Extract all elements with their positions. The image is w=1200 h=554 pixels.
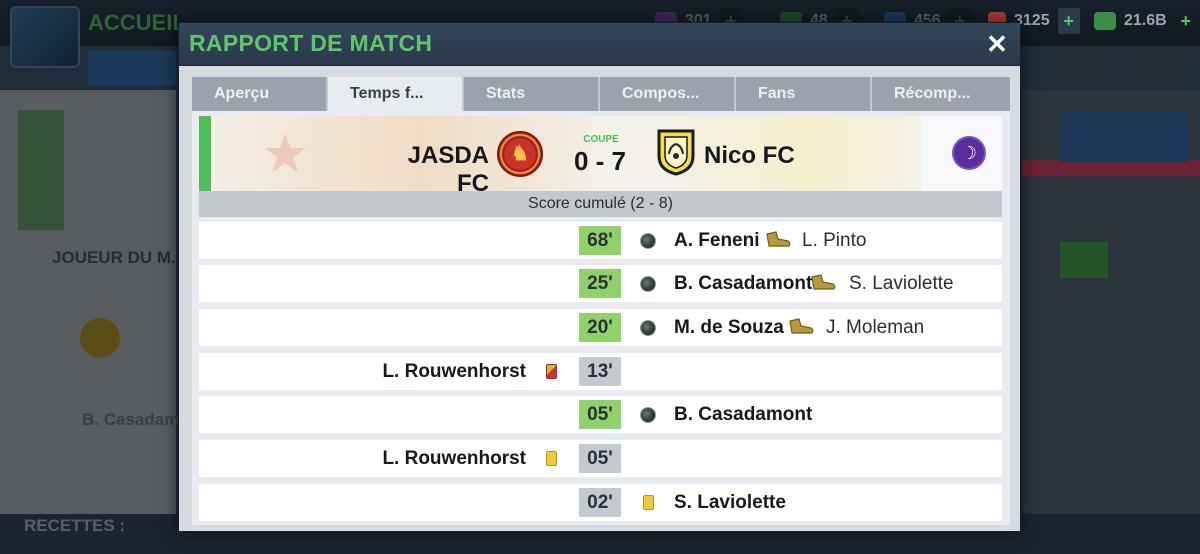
timeline-content: ★ JASDA FC ♞ COUPE 0 - 7 Nico FC ☽ Score… xyxy=(192,111,1010,525)
event-minute: 68' xyxy=(579,226,621,255)
resource-value: 21.6B xyxy=(1124,12,1167,29)
star-icon: ★ xyxy=(261,124,310,184)
boot-icon xyxy=(766,231,791,247)
background-chat-button[interactable] xyxy=(1124,46,1188,86)
scorer-name[interactable]: B. Casadamont xyxy=(674,273,812,295)
timeline-event: 05' B. Casadamont xyxy=(199,396,1002,433)
result-stripe xyxy=(199,116,211,191)
coin-icon xyxy=(80,318,120,358)
dialog-title: RAPPORT DE MATCH xyxy=(189,30,433,56)
boot-icon xyxy=(789,318,814,334)
match-report-dialog: RAPPORT DE MATCH ✕ Aperçu Temps f... Sta… xyxy=(178,22,1021,532)
away-team-crest-icon xyxy=(657,129,695,176)
event-minute: 05' xyxy=(579,400,621,429)
home-team-crest-icon: ♞ xyxy=(497,131,543,177)
background-right-card xyxy=(1060,112,1188,162)
add-cash-button[interactable]: + xyxy=(1175,8,1197,34)
match-banner: ★ JASDA FC ♞ COUPE 0 - 7 Nico FC ☽ xyxy=(199,116,1002,191)
home-team-name: JASDA FC xyxy=(407,142,489,191)
ball-icon xyxy=(640,276,656,292)
dialog-body: Aperçu Temps f... Stats Compos... Fans R… xyxy=(179,65,1020,531)
timeline-event: 02' S. Laviolette xyxy=(199,484,1002,521)
red-card-icon xyxy=(546,364,557,379)
close-button[interactable]: ✕ xyxy=(982,29,1012,59)
competition-label: COUPE xyxy=(583,134,619,145)
background-left-card xyxy=(18,110,64,230)
tab-lineups[interactable]: Compos... xyxy=(600,77,736,111)
tab-rewards[interactable]: Récomp... xyxy=(872,77,1010,111)
tab-fans[interactable]: Fans xyxy=(736,77,872,111)
background-menu-button[interactable] xyxy=(1050,46,1114,86)
assist-name[interactable]: J. Moleman xyxy=(826,317,924,339)
scorer-name[interactable]: A. Feneni xyxy=(674,230,760,252)
yellow-card-icon xyxy=(643,495,654,510)
event-minute: 05' xyxy=(579,444,621,473)
tab-bar: Aperçu Temps f... Stats Compos... Fans R… xyxy=(192,77,1010,111)
club-logo xyxy=(10,6,80,68)
event-minute: 13' xyxy=(579,357,621,386)
aggregate-score: Score cumulé (2 - 8) xyxy=(199,191,1002,217)
tab-timeline[interactable]: Temps f... xyxy=(328,77,464,111)
assist-name[interactable]: L. Pinto xyxy=(802,230,866,252)
background-right-button xyxy=(1060,242,1108,278)
replay-icon[interactable]: ☽ xyxy=(952,136,986,170)
player-name[interactable]: L. Rouwenhorst xyxy=(382,448,526,470)
boot-icon xyxy=(811,274,836,290)
add-fans-button[interactable]: + xyxy=(1057,8,1080,34)
player-of-match-label: JOUEUR DU M... xyxy=(52,248,186,267)
background-tab xyxy=(88,50,176,86)
tab-overview[interactable]: Aperçu xyxy=(192,77,328,111)
match-score: 0 - 7 xyxy=(573,146,627,176)
ball-icon xyxy=(640,407,656,423)
yellow-card-icon xyxy=(546,451,557,466)
event-minute: 25' xyxy=(579,269,621,298)
footer-label: RECETTES : xyxy=(24,516,126,535)
player-name[interactable]: S. Laviolette xyxy=(674,492,786,514)
timeline-event: 68' A. Feneni L. Pinto xyxy=(199,222,1002,259)
background-header-title: ACCUEIL xyxy=(88,10,186,35)
tab-stats[interactable]: Stats xyxy=(464,77,600,111)
away-team-name: Nico FC xyxy=(704,142,795,169)
timeline-event: L. Rouwenhorst 05' xyxy=(199,440,1002,477)
ball-icon xyxy=(640,233,656,249)
assist-name[interactable]: S. Laviolette xyxy=(849,273,954,295)
timeline-event: L. Rouwenhorst 13' xyxy=(199,353,1002,390)
player-name[interactable]: L. Rouwenhorst xyxy=(382,361,526,383)
ball-icon xyxy=(640,320,656,336)
resource-cash: 21.6B + xyxy=(1094,8,1197,34)
scorer-name[interactable]: M. de Souza xyxy=(674,317,784,339)
event-minute: 20' xyxy=(579,313,621,342)
timeline-event: 25' B. Casadamont S. Laviolette xyxy=(199,265,1002,302)
scorer-name[interactable]: B. Casadamont xyxy=(674,404,812,426)
dialog-header: RAPPORT DE MATCH ✕ xyxy=(179,23,1020,65)
timeline-event: 20' M. de Souza J. Moleman xyxy=(199,309,1002,346)
cash-icon xyxy=(1094,12,1116,30)
background-right-strip xyxy=(1022,160,1200,176)
event-minute: 02' xyxy=(579,488,621,517)
